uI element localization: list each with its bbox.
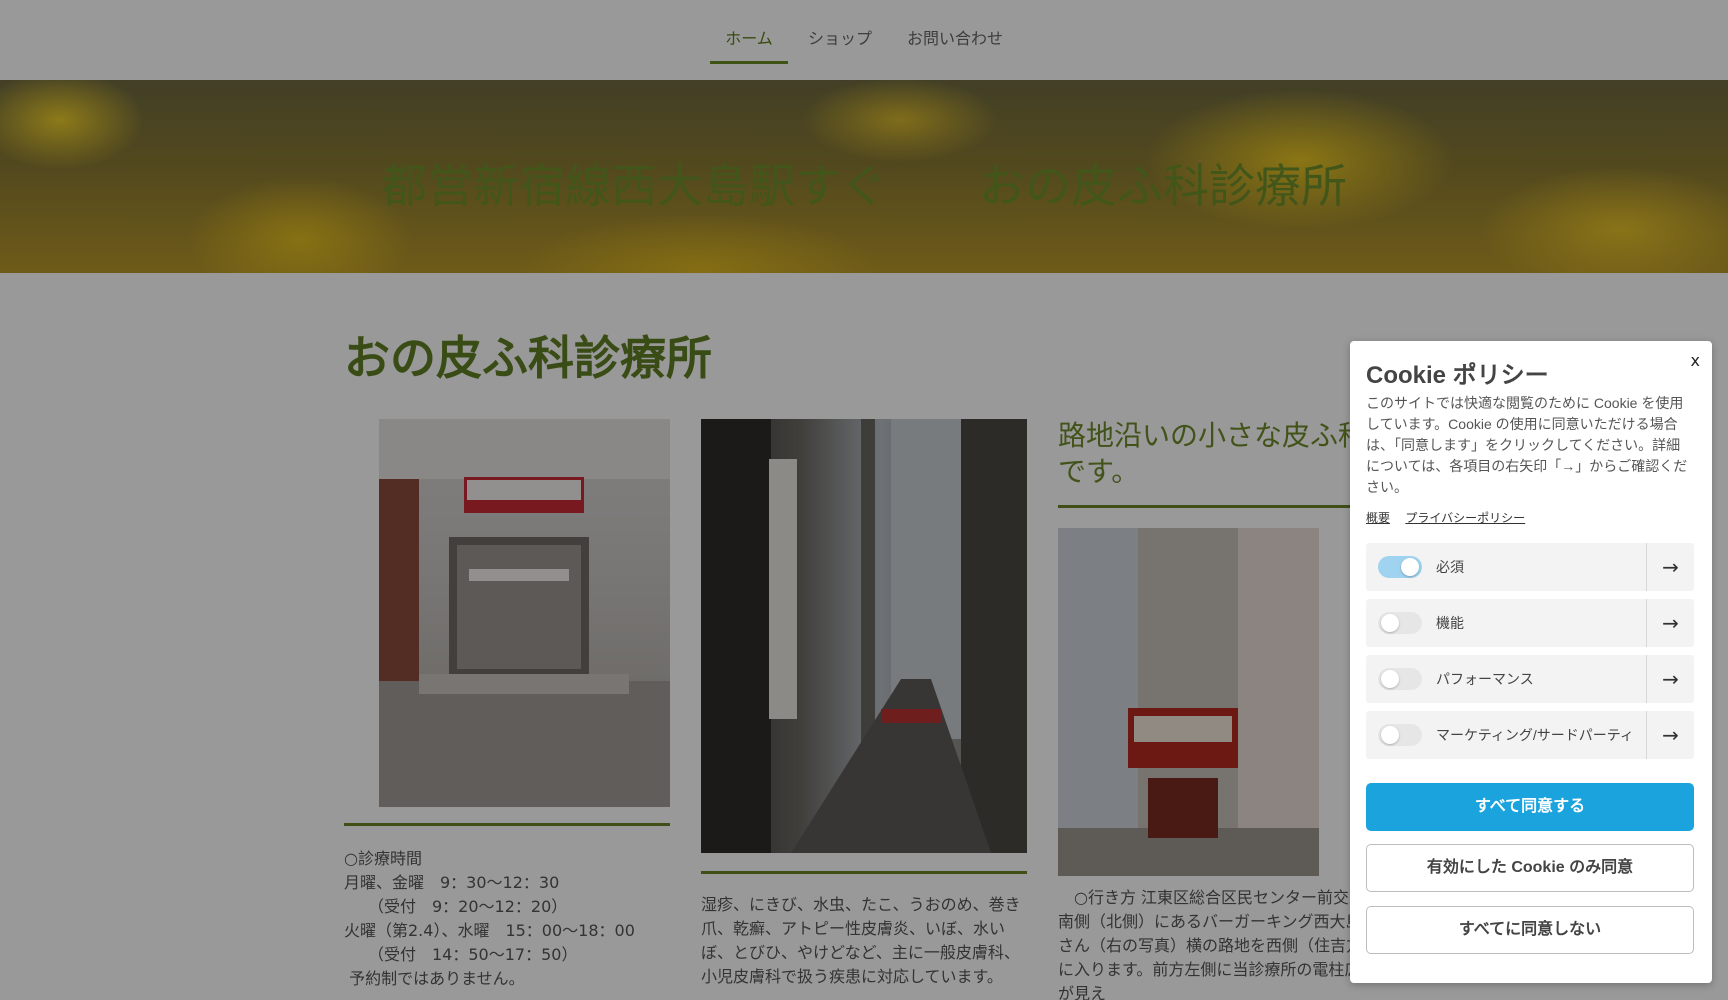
toggle-label: 必須	[1436, 559, 1464, 575]
arrow-right-icon[interactable]: →	[1646, 599, 1694, 647]
overview-link[interactable]: 概要	[1366, 511, 1390, 525]
toggle-row-performance: パフォーマンス →	[1366, 655, 1694, 703]
reject-all-button[interactable]: すべてに同意しない	[1366, 906, 1694, 954]
cookie-links: 概要 プライバシーポリシー	[1366, 509, 1537, 526]
toggle-label: マーケティング/サードパーティ	[1436, 727, 1634, 743]
toggle-knob	[1381, 614, 1399, 632]
toggle-row-marketing: マーケティング/サードパーティ →	[1366, 711, 1694, 759]
toggle-knob	[1381, 726, 1399, 744]
toggle-row-required: 必須 →	[1366, 543, 1694, 591]
accept-all-button[interactable]: すべて同意する	[1366, 783, 1694, 831]
close-icon[interactable]: x	[1691, 351, 1700, 370]
toggle-row-functional: 機能 →	[1366, 599, 1694, 647]
marketing-toggle[interactable]	[1378, 724, 1422, 746]
accept-enabled-button[interactable]: 有効にした Cookie のみ同意	[1366, 844, 1694, 892]
performance-toggle[interactable]	[1378, 668, 1422, 690]
toggle-label: パフォーマンス	[1436, 671, 1534, 687]
toggle-label: 機能	[1436, 615, 1464, 631]
cookie-title: Cookie ポリシー	[1366, 362, 1549, 389]
required-toggle[interactable]	[1378, 556, 1422, 578]
cookie-dialog: x Cookie ポリシー このサイトでは快適な閲覧のために Cookie を使…	[1350, 341, 1712, 983]
toggle-knob	[1381, 670, 1399, 688]
toggle-knob	[1401, 558, 1419, 576]
arrow-right-icon[interactable]: →	[1646, 655, 1694, 703]
cookie-description: このサイトでは快適な閲覧のために Cookie を使用しています。Cookie …	[1366, 395, 1688, 495]
privacy-policy-link[interactable]: プライバシーポリシー	[1405, 511, 1525, 525]
functional-toggle[interactable]	[1378, 612, 1422, 634]
arrow-right-icon[interactable]: →	[1646, 711, 1694, 759]
arrow-right-icon[interactable]: →	[1646, 543, 1694, 591]
